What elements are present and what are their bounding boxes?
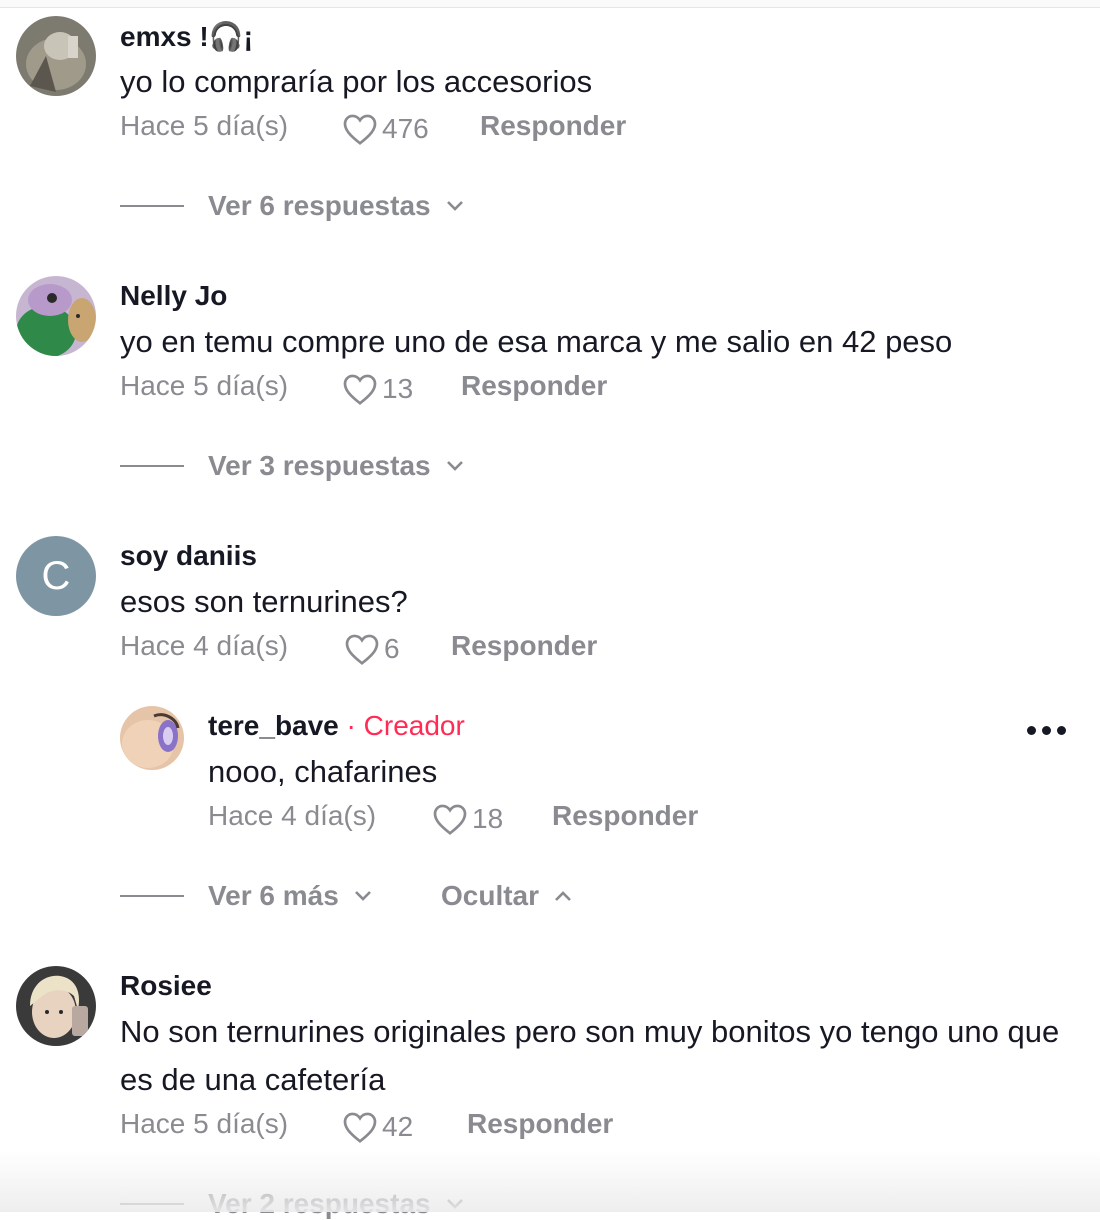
- like-count: 18: [472, 803, 504, 834]
- chevron-down-icon: [446, 461, 463, 471]
- hide-replies-button[interactable]: Ocultar: [441, 880, 573, 912]
- view-more-button[interactable]: Ver 6 más: [208, 880, 373, 912]
- bottom-fade-overlay: [0, 1150, 1100, 1212]
- chevron-up-icon: [555, 891, 571, 901]
- comment-timestamp: Hace 5 día(s): [120, 1108, 289, 1139]
- comment-text: No son ternurines originales pero son mu…: [120, 1014, 1060, 1097]
- view-replies-button[interactable]: Ver 3 respuestas: [208, 450, 465, 482]
- reply-button[interactable]: Responder: [467, 1108, 613, 1140]
- reply-button[interactable]: Responder: [461, 370, 607, 402]
- thread-line: [120, 205, 184, 207]
- reply-text: nooo, chafarines: [208, 754, 438, 789]
- comment-username[interactable]: soy daniis: [120, 540, 257, 572]
- like-count: 6: [384, 633, 400, 664]
- more-dot: [1027, 726, 1036, 735]
- view-replies-button[interactable]: Ver 6 respuestas: [208, 190, 465, 222]
- hide-replies-label: Ocultar: [441, 880, 540, 911]
- more-options-button[interactable]: [1027, 726, 1066, 735]
- comment-timestamp: Hace 5 día(s): [120, 110, 289, 141]
- more-dot: [1057, 726, 1066, 735]
- thread-line: [120, 465, 184, 467]
- heart-icon: [345, 634, 379, 665]
- chevron-down-icon: [446, 201, 463, 211]
- thread-line: [120, 895, 184, 897]
- avatar[interactable]: [16, 966, 96, 1046]
- heart-icon: [433, 804, 467, 835]
- comment-username[interactable]: Rosiee: [120, 970, 212, 1002]
- like-count: 476: [382, 113, 429, 144]
- more-dot: [1042, 726, 1051, 735]
- reply-timestamp: Hace 4 día(s): [208, 800, 377, 831]
- chevron-down-icon: [354, 891, 371, 901]
- like-count: 13: [382, 373, 414, 404]
- like-button[interactable]: 18: [432, 802, 503, 836]
- comment-username[interactable]: Nelly Jo: [120, 280, 227, 312]
- like-button[interactable]: 13: [342, 372, 413, 406]
- reply-button[interactable]: Responder: [480, 110, 626, 142]
- avatar[interactable]: [120, 706, 184, 770]
- like-button[interactable]: 6: [344, 632, 400, 666]
- comment-text: yo en temu compre uno de esa marca y me …: [120, 324, 953, 359]
- avatar[interactable]: [16, 276, 96, 356]
- like-button[interactable]: 42: [342, 1110, 413, 1144]
- heart-icon: [343, 114, 377, 145]
- reply-username[interactable]: tere_bave · Creador: [208, 710, 465, 742]
- avatar[interactable]: [16, 16, 96, 96]
- top-divider: [0, 0, 1100, 8]
- comment-username[interactable]: emxs !🎧¡: [120, 20, 253, 53]
- heart-icon: [343, 374, 377, 405]
- creator-badge: · Creador: [338, 710, 465, 741]
- view-replies-label: Ver 3 respuestas: [208, 450, 431, 481]
- view-replies-label: Ver 6 respuestas: [208, 190, 431, 221]
- reply-button[interactable]: Responder: [451, 630, 597, 662]
- comment-text: yo lo compraría por los accesorios: [120, 64, 593, 99]
- reply-username-label: tere_bave: [208, 710, 339, 741]
- avatar[interactable]: C: [16, 536, 96, 616]
- reply-button[interactable]: Responder: [552, 800, 698, 832]
- like-count: 42: [382, 1111, 414, 1142]
- heart-icon: [343, 1112, 377, 1143]
- like-button[interactable]: 476: [342, 112, 429, 146]
- avatar-letter: C: [41, 553, 71, 598]
- comment-timestamp: Hace 5 día(s): [120, 370, 289, 401]
- comment-timestamp: Hace 4 día(s): [120, 630, 289, 661]
- comment-text: esos son ternurines?: [120, 584, 408, 619]
- view-more-label: Ver 6 más: [208, 880, 339, 911]
